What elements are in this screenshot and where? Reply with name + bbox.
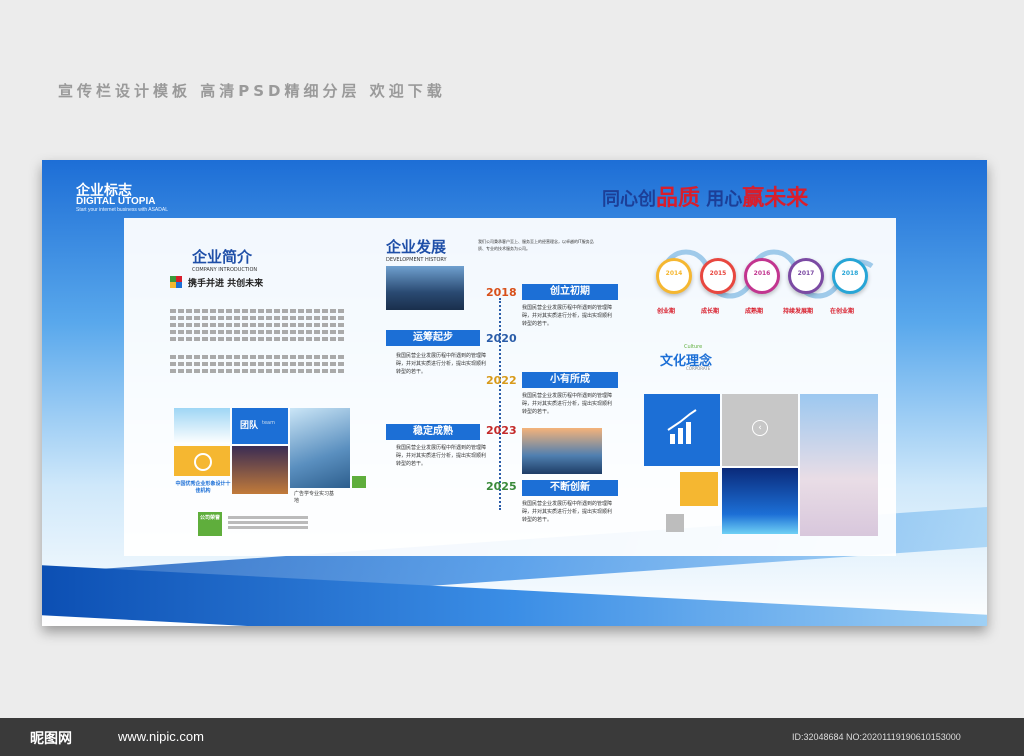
intro-body bbox=[170, 306, 345, 376]
slogan-part3: 用心 bbox=[706, 189, 743, 210]
footer-url[interactable]: www.nipic.com bbox=[118, 729, 204, 744]
arrow-left-icon: ‹ bbox=[752, 420, 768, 436]
year-2022: 2022 bbox=[486, 374, 517, 387]
team-sublabel: team bbox=[262, 420, 275, 426]
intro-subtitle: COMPANY INTRODUCTION bbox=[192, 267, 258, 273]
slogan-part2: 品质 bbox=[656, 186, 701, 211]
team-label: 团队 bbox=[240, 421, 259, 431]
slogan-part4: 赢未来 bbox=[742, 186, 809, 211]
yellow-tile bbox=[174, 446, 230, 476]
dev-subtitle: DEVELOPMENT HISTORY bbox=[386, 257, 447, 263]
intro-header: 企业简介 COMPANY INTRODUCTION bbox=[192, 246, 257, 273]
footer-id: ID:32048684 NO:20201119190610153000 bbox=[792, 732, 961, 742]
green-square bbox=[352, 476, 366, 488]
lake-city-image bbox=[386, 266, 464, 310]
night-city-image bbox=[232, 446, 288, 494]
year-2025: 2025 bbox=[486, 480, 517, 493]
stage-desc-2018: 我国民营企业发展历程中所遇到的管理障碍，并对其实质进行分析，提出实现顺利转型的若… bbox=[522, 305, 613, 327]
intro-title: 企业简介 bbox=[192, 248, 253, 266]
dev-title: 企业发展 bbox=[386, 238, 447, 256]
year-circle-2014: 2014 bbox=[656, 258, 692, 294]
motto-icon bbox=[170, 276, 182, 288]
stage-desc-2023: 我国民营企业发展历程中所遇到的管理障碍，并对其实质进行分析，提出实现顺利转型的若… bbox=[396, 445, 487, 467]
slogan-part1: 同心创 bbox=[602, 189, 656, 210]
year-circle-2016: 2016 bbox=[744, 258, 780, 294]
stage-ribbon-2022: 小有所成 bbox=[522, 372, 618, 388]
culture-stage-3: 成熟期 bbox=[744, 308, 763, 315]
culture-sub: Culture bbox=[684, 344, 703, 350]
dev-header: 企业发展 DEVELOPMENT HISTORY bbox=[386, 236, 447, 263]
harbor-image bbox=[522, 428, 602, 474]
culture-stage-1: 创业期 bbox=[656, 308, 675, 315]
intro-motto: 携手并进 共创未来 bbox=[188, 279, 264, 289]
culture-stage-2: 成长期 bbox=[700, 308, 719, 315]
tower-image bbox=[800, 394, 878, 536]
stage-desc-2020: 我国民营企业发展历程中所遇到的管理障碍，并对其实质进行分析，提出实现顺利转型的若… bbox=[396, 353, 487, 375]
year-circle-2017: 2017 bbox=[788, 258, 824, 294]
year-circle-2018: 2018 bbox=[832, 258, 868, 294]
gray-square bbox=[666, 514, 684, 532]
timeline-line bbox=[499, 298, 501, 510]
team-tile: 团队 team bbox=[232, 408, 288, 444]
year-2020: 2020 bbox=[486, 332, 517, 345]
stage-ribbon-2025: 不断创新 bbox=[522, 480, 618, 496]
dev-intro: 我们公司秉承客户至上、服务至上的经营理念，以卓越的IT服务品质、专业的技术服务为… bbox=[478, 239, 594, 251]
honor-list bbox=[228, 514, 308, 531]
footer-logo: 昵图网 bbox=[30, 731, 72, 747]
year-circle-2015: 2015 bbox=[700, 258, 736, 294]
year-2023: 2023 bbox=[486, 424, 517, 437]
culture-timeline: 2014 2015 2016 2017 2018 bbox=[650, 246, 880, 302]
culture-stage-4: 持续发展期 bbox=[782, 308, 813, 315]
content-panel: 企业简介 COMPANY INTRODUCTION 携手并进 共创未来 团队 t… bbox=[124, 218, 896, 556]
culture-stage-5: 在创业期 bbox=[829, 308, 854, 315]
logo-tagline: Start your internet business with ASADAL bbox=[76, 207, 168, 213]
growth-chart-icon bbox=[667, 409, 697, 444]
stage-ribbon-2023: 稳定成熟 bbox=[386, 424, 480, 440]
stage-ribbon-2020: 运筹起步 bbox=[386, 330, 480, 346]
honor-badge: 公司荣誉 bbox=[198, 512, 222, 536]
stage-ribbon-2018: 创立初期 bbox=[522, 284, 618, 300]
gray-tile: ‹ bbox=[722, 394, 798, 466]
stage-desc-2025: 我国民营企业发展历程中所遇到的管理障碍，并对其实质进行分析，提出实现顺利转型的若… bbox=[522, 501, 613, 523]
building-image bbox=[290, 408, 350, 488]
yellow-square bbox=[680, 472, 718, 506]
caption-left: 中国优秀企业形象设计十佳机构 bbox=[175, 481, 231, 494]
caption-right: 广告学专业实习基地 bbox=[294, 491, 335, 504]
stage-desc-2022: 我国民营企业发展历程中所遇到的管理障碍，并对其实质进行分析，提出实现顺利转型的若… bbox=[522, 393, 613, 415]
blue-city-image bbox=[722, 468, 798, 534]
chart-tile bbox=[644, 394, 720, 466]
year-2018: 2018 bbox=[486, 286, 517, 299]
slogan: 同心创品质 用心赢未来 bbox=[602, 180, 808, 212]
city-image bbox=[174, 408, 230, 444]
logo-subtitle: DIGITAL UTOPIA bbox=[76, 196, 156, 207]
watermark-top: 宣传栏设计模板 高清PSD精细分层 欢迎下载 bbox=[58, 82, 446, 100]
display-board: 企业标志 DIGITAL UTOPIA Start your internet … bbox=[42, 160, 987, 626]
culture-sub2: CORPORATE bbox=[686, 366, 711, 371]
